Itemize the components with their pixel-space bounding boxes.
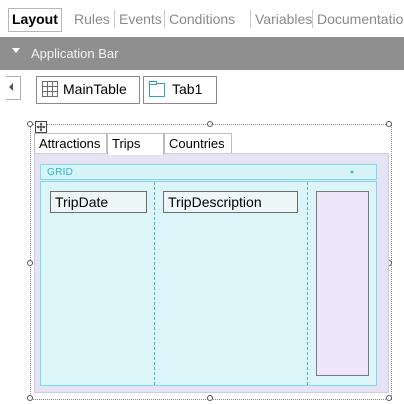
breadcrumb-tab1[interactable]: Tab1	[143, 76, 217, 104]
tab-rules[interactable]: Rules	[74, 9, 110, 29]
chevron-left-icon	[9, 83, 13, 91]
form-tab-countries[interactable]: Countries	[164, 133, 232, 154]
form-tab-strip: Attractions Trips Countries	[34, 133, 274, 155]
tab-separator	[312, 10, 313, 28]
resize-handle[interactable]	[207, 395, 213, 401]
grid-column-tripdate[interactable]: TripDate	[50, 191, 147, 213]
tab-layout[interactable]: Layout	[8, 8, 62, 32]
tab-variables[interactable]: Variables	[255, 9, 312, 29]
tab-separator	[250, 10, 251, 28]
form-tab-trips[interactable]: Trips	[107, 133, 164, 155]
resize-handle[interactable]	[27, 260, 33, 266]
tab-separator	[114, 10, 115, 28]
resize-handle[interactable]	[386, 121, 392, 127]
breadcrumb: MainTable Tab1	[0, 72, 404, 106]
breadcrumb-label: MainTable	[63, 81, 127, 97]
breadcrumb-maintable[interactable]: MainTable	[36, 76, 140, 104]
grid-column-placeholder[interactable]	[316, 191, 369, 376]
resize-handle[interactable]	[386, 395, 392, 401]
resize-handle[interactable]	[207, 121, 213, 127]
chevron-down-icon[interactable]	[12, 48, 20, 53]
application-bar[interactable]: Application Bar	[0, 37, 404, 70]
tab-documentation[interactable]: Documentation	[317, 9, 404, 29]
resize-handle[interactable]	[27, 395, 33, 401]
table-grid-icon	[42, 81, 58, 97]
chevron-down-icon[interactable]	[350, 171, 354, 174]
form-tab-attractions[interactable]: Attractions	[34, 133, 107, 154]
grid-header[interactable]: GRID	[40, 164, 377, 180]
tab-events[interactable]: Events	[119, 9, 162, 29]
application-bar-label: Application Bar	[31, 46, 119, 61]
breadcrumb-back-button[interactable]	[6, 76, 21, 100]
tab-conditions[interactable]: Conditions	[169, 9, 235, 29]
tab-separator	[164, 10, 165, 28]
tab-icon	[149, 81, 165, 97]
grid-column-tripdescription[interactable]: TripDescription	[163, 191, 298, 213]
move-handle-icon[interactable]	[35, 121, 47, 133]
grid-label: GRID	[47, 167, 74, 178]
breadcrumb-label: Tab1	[172, 81, 203, 97]
resize-handle[interactable]	[27, 121, 33, 127]
editor-tab-bar: Layout Rules Events Conditions Variables…	[0, 0, 404, 37]
